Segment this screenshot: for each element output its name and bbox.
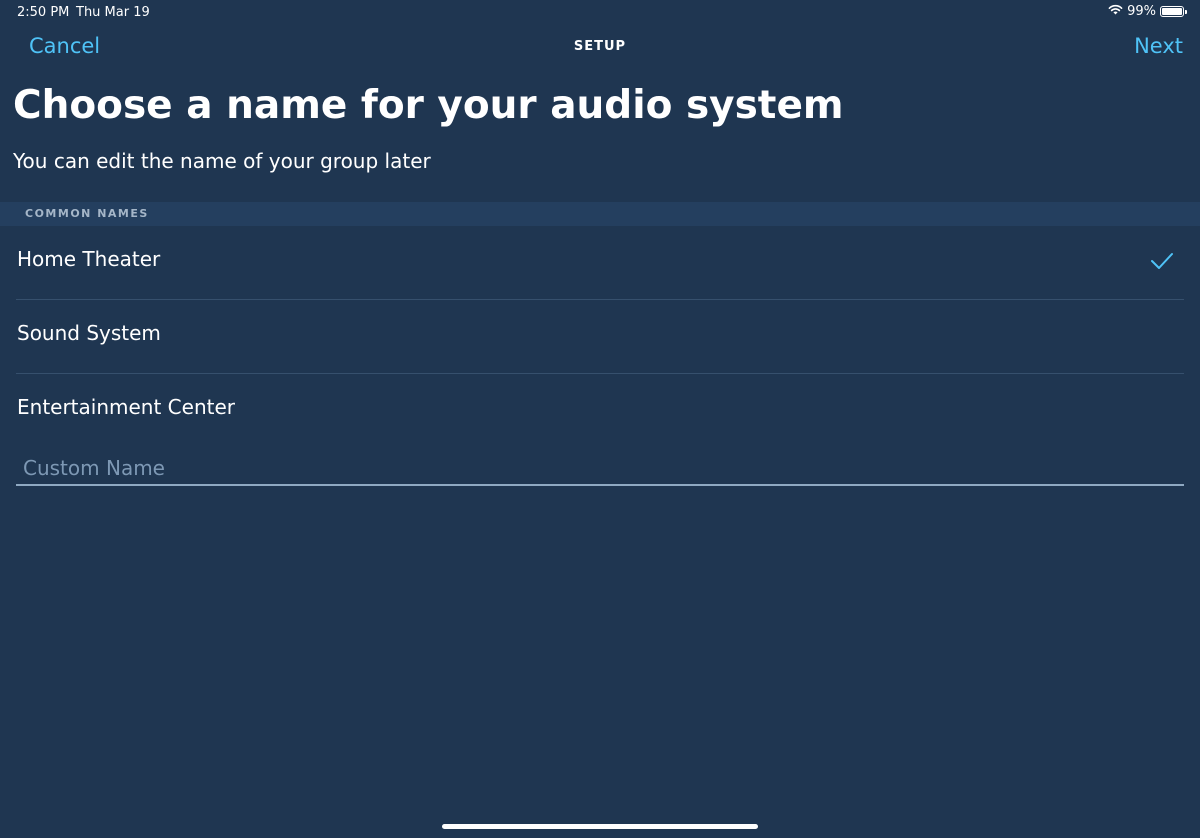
- section-header: COMMON NAMES: [0, 202, 1200, 226]
- list-item-label: Sound System: [17, 321, 161, 345]
- battery-icon: [1160, 6, 1187, 17]
- page-title: Choose a name for your audio system: [13, 83, 844, 128]
- status-indicators: 99%: [1108, 4, 1187, 19]
- battery-percent: 99%: [1127, 4, 1156, 19]
- list-item-home-theater[interactable]: Home Theater: [16, 226, 1184, 300]
- status-date: Thu Mar 19: [76, 5, 150, 20]
- status-bar: 2:50 PM Thu Mar 19 99%: [0, 0, 1200, 24]
- home-indicator[interactable]: [442, 824, 758, 829]
- list-item-label: Entertainment Center: [17, 395, 235, 419]
- navigation-bar: Cancel SETUP Next: [0, 28, 1200, 68]
- next-button[interactable]: Next: [1134, 34, 1183, 58]
- battery-fill: [1162, 8, 1182, 15]
- wifi-icon: [1108, 4, 1123, 19]
- custom-name-input[interactable]: [16, 452, 1184, 484]
- custom-name-field-container: [16, 452, 1184, 486]
- status-time: 2:50 PM: [17, 5, 70, 20]
- common-names-list: Home Theater Sound System Entertainment …: [16, 226, 1184, 447]
- section-header-label: COMMON NAMES: [25, 207, 149, 220]
- list-item-label: Home Theater: [17, 247, 161, 271]
- checkmark-icon: [1150, 251, 1174, 271]
- page-subtitle: You can edit the name of your group late…: [13, 149, 431, 173]
- list-item-sound-system[interactable]: Sound System: [16, 300, 1184, 374]
- nav-title: SETUP: [573, 39, 627, 54]
- list-item-entertainment-center[interactable]: Entertainment Center: [16, 374, 1184, 447]
